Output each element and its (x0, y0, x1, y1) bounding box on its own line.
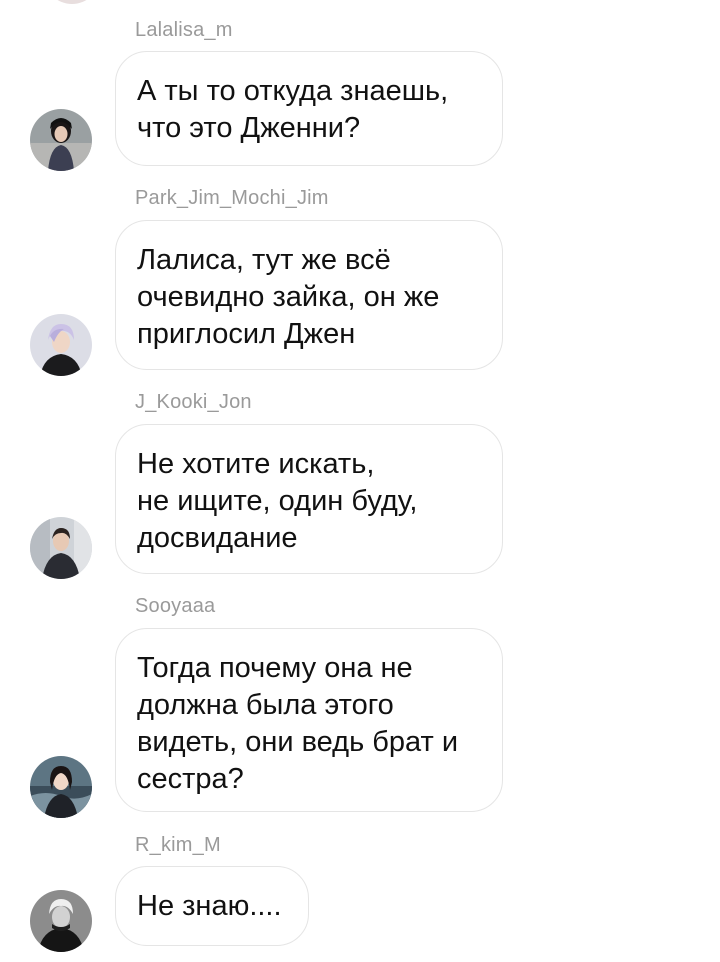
message-bubble[interactable]: Тогда почему она не должна была этого ви… (115, 628, 503, 812)
avatar[interactable] (30, 756, 92, 818)
sender-name[interactable]: J_Kooki_Jon (135, 391, 252, 414)
sender-name[interactable]: Park_Jim_Mochi_Jim (135, 187, 329, 210)
message-bubble[interactable]: Лалиса, тут же всё очевидно зайка, он же… (115, 220, 503, 370)
message-bubble[interactable]: А ты то откуда знаешь, что это Дженни? (115, 51, 503, 166)
sender-name[interactable]: Sooyaaa (135, 595, 215, 618)
avatar[interactable] (30, 314, 92, 376)
avatar[interactable] (30, 517, 92, 579)
avatar[interactable] (30, 109, 92, 171)
sender-name[interactable]: Lalalisa_m (135, 19, 233, 42)
avatar[interactable] (30, 890, 92, 952)
message-bubble[interactable]: Не знаю.... (115, 866, 309, 946)
sender-name[interactable]: R_kim_M (135, 834, 221, 857)
message-bubble[interactable]: Не хотите искать, не ищите, один буду, д… (115, 424, 503, 574)
previous-avatar-edge (44, 0, 100, 4)
